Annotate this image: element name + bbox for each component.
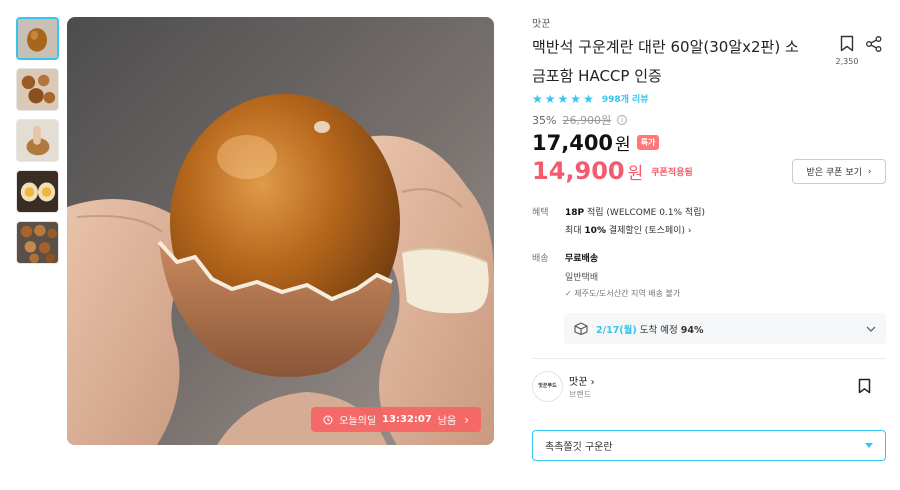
package-icon <box>574 322 588 335</box>
brand-name: 맛꾼 <box>569 377 588 388</box>
sale-price-value: 17,400 <box>532 131 614 155</box>
star-icon: ★ <box>583 91 594 106</box>
thumbnail-5[interactable] <box>16 221 59 264</box>
points-rest: 적립 (WELCOME 0.1% 적립) <box>584 208 705 218</box>
deal-time-left: 13:32:07 <box>382 414 432 425</box>
payment-discount-benefit[interactable]: 최대 10% 결제할인 (토스페이) › <box>565 223 691 236</box>
chevron-right-icon: › <box>687 226 692 236</box>
shipping-note-text: 제주도/도서산간 지역 배송 불가 <box>574 289 681 298</box>
chevron-down-icon <box>866 326 876 332</box>
delivery-estimate-box[interactable]: 2/17(월) 도착 예정 94% <box>564 313 886 344</box>
coupon-price-value: 14,900 <box>532 157 625 185</box>
star-icon: ★ <box>544 91 556 106</box>
sale-price-currency: 원 <box>615 135 631 155</box>
deal-label: 오늘의딜 <box>339 416 377 427</box>
view-coupons-label: 받은 쿠폰 보기 <box>806 168 862 178</box>
product-info-panel: 맛꾼 맥반석 구운계란 대란 60알(30알x2판) 소금포함 HACCP 인증… <box>532 0 886 490</box>
boiled-egg-photo <box>67 17 494 445</box>
coupon-price-row: 14,900 원 쿠폰적용됨 <box>532 157 693 185</box>
brand-logo[interactable]: 맛꾼푸드 <box>532 371 563 402</box>
coupon-price-currency: 원 <box>627 164 644 184</box>
bookmark-count: 2,350 <box>835 57 859 66</box>
brand-name-link[interactable]: 맛꾼 › <box>569 373 595 388</box>
check-icon: ✓ <box>565 289 575 298</box>
bookmark-icon <box>840 35 854 52</box>
thumbnail-2[interactable] <box>16 68 59 111</box>
delivery-probability: 94% <box>680 324 704 336</box>
delivery-date: 2/17(월) <box>596 324 637 336</box>
shipping-fee: 무료배송 <box>565 254 599 264</box>
discount-row: 35% 26,900원 i <box>532 112 628 128</box>
star-icon: ★ <box>532 91 543 106</box>
benefit-label: 혜택 <box>532 208 549 218</box>
caret-down-icon <box>865 443 873 448</box>
sale-price-row: 17,400 원 특가 <box>532 130 660 155</box>
option-selected-value: 촉촉쫄깃 구운란 <box>545 442 613 453</box>
points-benefit: 18P 적립 (WELCOME 0.1% 적립) <box>565 205 705 218</box>
share-icon <box>866 36 882 52</box>
main-product-image[interactable]: 오늘의딜 13:32:07 남음 › <box>67 17 494 445</box>
clock-icon <box>323 415 333 424</box>
brand-bookmark-button[interactable] <box>858 378 871 398</box>
review-count-link[interactable]: 998개 리뷰 <box>602 92 649 105</box>
coupon-applied-label: 쿠폰적용됨 <box>651 167 693 178</box>
shipping-note: ✓ 제주도/도서산간 지역 배송 불가 <box>565 288 680 299</box>
bookmark-button[interactable]: 2,350 <box>832 35 862 66</box>
brand-link[interactable]: 맛꾼 <box>532 15 550 30</box>
brand-subtitle: 브랜드 <box>569 390 592 399</box>
shipping-type: 일반택배 <box>565 273 599 283</box>
points-amount: 18P <box>565 208 585 218</box>
thumbnail-list <box>16 17 59 272</box>
coupon-price: 14,900 원 <box>532 157 643 185</box>
view-coupons-button[interactable]: 받은 쿠폰 보기 › <box>792 159 886 184</box>
discount-amount: 10% <box>584 226 606 236</box>
deal-time-suffix: 남음 <box>437 416 457 427</box>
star-icon: ★ <box>557 91 569 106</box>
option-select[interactable]: 촉촉쫄깃 구운란 <box>532 430 886 461</box>
info-icon[interactable]: i <box>617 115 628 125</box>
section-divider <box>532 358 886 359</box>
thumbnail-3[interactable] <box>16 119 59 162</box>
rating-row[interactable]: ★ ★ ★ ★ ★ 998개 리뷰 <box>532 91 649 106</box>
bookmark-icon <box>858 378 871 394</box>
special-badge: 특가 <box>636 135 660 150</box>
original-price: 26,900원 <box>562 114 612 127</box>
chevron-right-icon: › <box>590 377 595 388</box>
discount-rest: 결제할인 (토스페이) <box>605 226 685 236</box>
today-deal-timer[interactable]: 오늘의딜 13:32:07 남음 › <box>311 407 481 432</box>
chevron-right-icon: › <box>867 166 872 177</box>
delivery-estimate-text: 2/17(월) 도착 예정 94% <box>596 322 704 336</box>
chevron-right-icon: › <box>464 412 469 427</box>
thumbnail-4[interactable] <box>16 170 59 213</box>
product-title: 맥반석 구운계란 대란 60알(30알x2판) 소금포함 HACCP 인증 <box>532 38 799 85</box>
discount-rate: 35% <box>532 113 557 127</box>
thumbnail-1[interactable] <box>16 17 59 60</box>
sale-price: 17,400 원 <box>532 130 631 155</box>
shipping-label: 배송 <box>532 254 549 264</box>
discount-prefix: 최대 <box>565 226 585 236</box>
star-icon: ★ <box>570 91 582 106</box>
delivery-mid: 도착 예정 <box>636 324 681 336</box>
share-button[interactable] <box>865 35 883 57</box>
